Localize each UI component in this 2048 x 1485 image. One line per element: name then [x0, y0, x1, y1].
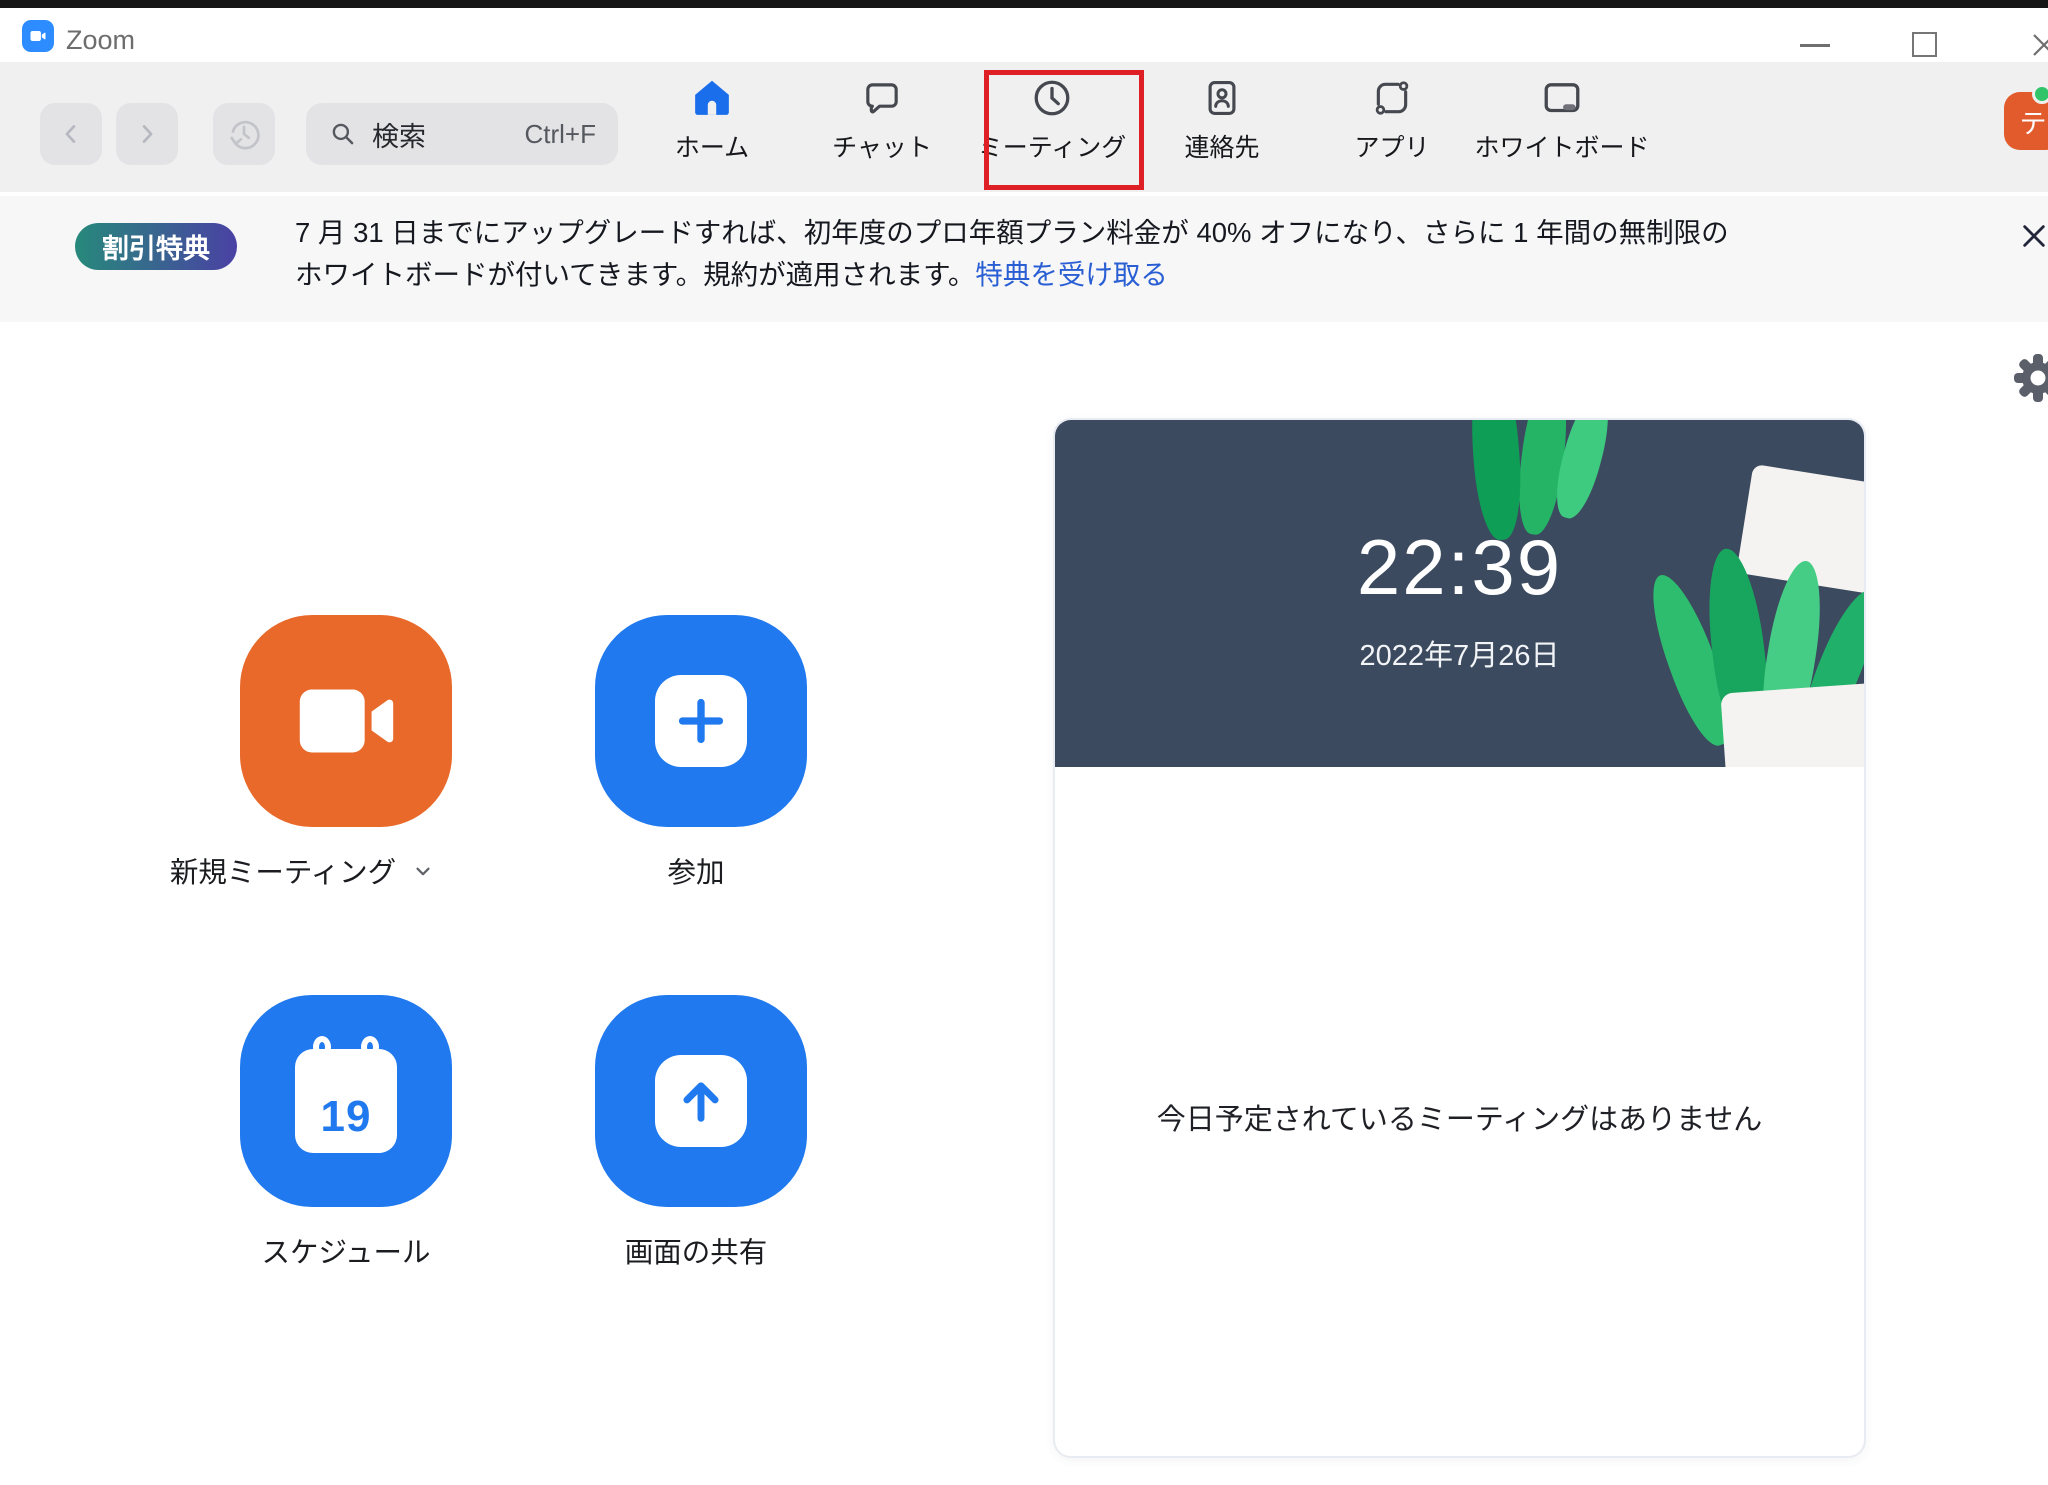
tab-label: ミーティング — [978, 128, 1127, 164]
window-top-edge — [0, 0, 2048, 8]
chevron-right-icon — [133, 120, 161, 148]
share-screen-button[interactable] — [595, 995, 807, 1207]
video-camera-icon — [287, 662, 405, 780]
apps-icon — [1371, 74, 1413, 120]
clock-date: 2022年7月26日 — [1055, 632, 1864, 674]
claim-offer-link[interactable]: 特典を受け取る — [975, 259, 1168, 290]
arrow-up-icon — [655, 1055, 747, 1147]
calendar-ring — [313, 1036, 331, 1058]
search-shortcut: Ctrl+F — [525, 119, 597, 150]
banner-close-icon[interactable] — [2018, 220, 2048, 252]
home-icon — [690, 74, 734, 120]
new-meeting-label-row: 新規ミーティング — [152, 850, 452, 891]
join-label: 参加 — [546, 850, 846, 891]
promo-banner: 割引特典 7 月 31 日までにアップグレードすれば、初年度のプロ年額プラン料金… — [0, 196, 2048, 322]
tab-home[interactable]: ホーム — [647, 74, 777, 164]
promo-text: 7 月 31 日までにアップグレードすれば、初年度のプロ年額プラン料金が 40%… — [295, 212, 1755, 296]
tab-whiteboard[interactable]: ホワイトボード — [1497, 74, 1627, 164]
calendar-ring — [361, 1036, 379, 1058]
search-input[interactable]: 検索 Ctrl+F — [306, 103, 618, 165]
avatar-initial: テ — [2020, 102, 2047, 141]
whiteboard-icon — [1539, 74, 1585, 120]
new-meeting-label: 新規ミーティング — [170, 850, 396, 891]
navbar: 検索 Ctrl+F ホーム チャット — [0, 62, 2048, 192]
forward-button[interactable] — [116, 103, 178, 165]
schedule-label: スケジュール — [196, 1230, 496, 1271]
today-meetings-card: 22:39 2022年7月26日 今日予定されているミーティングはありません — [1053, 418, 1866, 1458]
plus-icon — [655, 675, 747, 767]
chevron-down-icon[interactable] — [412, 860, 434, 882]
calendar-icon: 19 — [295, 1049, 397, 1153]
back-button[interactable] — [40, 103, 102, 165]
promo-badge: 割引特典 — [75, 223, 237, 270]
tab-meetings[interactable]: ミーティング — [987, 74, 1117, 164]
clock-icon — [1030, 74, 1074, 120]
chat-bubble-icon — [861, 74, 903, 120]
clock-time: 22:39 — [1055, 522, 1864, 613]
join-button[interactable] — [595, 615, 807, 827]
schedule-button[interactable]: 19 — [240, 995, 452, 1207]
new-meeting-button[interactable] — [240, 615, 452, 827]
search-icon — [328, 119, 358, 149]
tab-label: 連絡先 — [1184, 128, 1259, 164]
share-screen-label: 画面の共有 — [546, 1230, 846, 1271]
window-title: Zoom — [66, 25, 135, 56]
clock-wallpaper: 22:39 2022年7月26日 — [1055, 420, 1864, 767]
titlebar: Zoom — [0, 8, 2048, 62]
settings-gear-icon[interactable] — [2012, 352, 2048, 404]
status-online-dot — [2032, 84, 2048, 104]
main-content: 新規ミーティング 参加 19 スケジュール 画面の共有 — [0, 322, 2048, 1485]
history-clock-icon — [225, 115, 263, 153]
contact-card-icon — [1201, 74, 1243, 120]
close-icon[interactable] — [2028, 30, 2048, 60]
chevron-left-icon — [57, 120, 85, 148]
tab-chat[interactable]: チャット — [817, 74, 947, 164]
tab-label: ホワイトボード — [1475, 128, 1650, 164]
search-placeholder: 検索 — [372, 115, 426, 154]
tab-apps[interactable]: アプリ — [1327, 74, 1457, 164]
tab-label: ホーム — [675, 128, 749, 164]
tab-label: チャット — [832, 128, 932, 164]
zoom-logo-icon — [22, 20, 54, 52]
no-meetings-message: 今日予定されているミーティングはありません — [1055, 1096, 1864, 1138]
minimize-icon[interactable] — [1800, 44, 1830, 47]
calendar-day: 19 — [321, 1095, 372, 1139]
history-button[interactable] — [213, 103, 275, 165]
nav-tabs: ホーム チャット ミーティング — [647, 74, 1627, 164]
maximize-icon[interactable] — [1912, 32, 1937, 57]
tab-contacts[interactable]: 連絡先 — [1157, 74, 1287, 164]
tab-label: アプリ — [1354, 128, 1429, 164]
promo-text-line2: ます。規約が適用されます。 — [623, 259, 975, 290]
